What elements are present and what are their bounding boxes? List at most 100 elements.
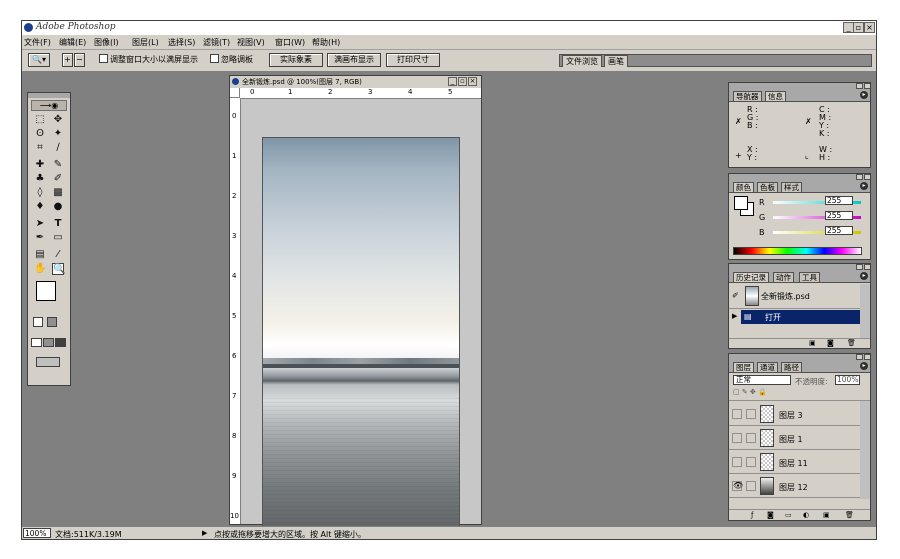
brush-tool-icon[interactable]: ✎: [52, 159, 64, 171]
layers-scrollbar[interactable]: [860, 401, 870, 499]
panel-minimize-button[interactable]: [856, 174, 863, 180]
quick-mask-icon[interactable]: [47, 317, 57, 327]
panel-menu-icon[interactable]: ▸: [860, 362, 868, 370]
layer-row[interactable]: 👁 图层 12: [729, 475, 866, 498]
menu-layer[interactable]: 图层(L): [132, 37, 159, 48]
resize-window-checkbox[interactable]: [99, 54, 108, 63]
panel-menu-icon[interactable]: ▸: [860, 272, 868, 280]
layer-visibility-toggle[interactable]: [732, 409, 742, 419]
blend-mode-select[interactable]: 正常: [733, 375, 791, 385]
menu-edit[interactable]: 编辑(E): [59, 37, 86, 48]
panel-close-button[interactable]: [864, 354, 870, 360]
history-brush-icon[interactable]: ✐: [52, 173, 64, 185]
crop-tool-icon[interactable]: ⌗: [34, 142, 46, 154]
doc-minimize-button[interactable]: _: [448, 77, 457, 86]
eyedropper-icon[interactable]: ⁄: [52, 249, 64, 261]
menu-file[interactable]: 文件(F): [24, 37, 51, 48]
history-snapshot-row[interactable]: ✐ 全新锻炼.psd: [729, 284, 860, 309]
new-snapshot-icon[interactable]: ◙: [827, 339, 834, 347]
panel-close-button[interactable]: [864, 264, 870, 270]
horizontal-ruler[interactable]: 0 1 2 3 4 5: [240, 88, 481, 99]
magic-wand-icon[interactable]: ✦: [52, 128, 64, 140]
fit-on-screen-button[interactable]: 满画布显示: [327, 53, 381, 67]
layer-mask-icon[interactable]: ◙: [767, 511, 774, 519]
restore-button[interactable]: ▫: [853, 22, 864, 33]
dodge-tool-icon[interactable]: ●: [52, 201, 64, 213]
path-select-icon[interactable]: ➤: [34, 218, 46, 230]
history-item-selected[interactable]: ▤ 打开: [741, 310, 860, 324]
status-doc-size[interactable]: 文档:511K/3.19M: [55, 529, 122, 539]
move-tool-icon[interactable]: ✥: [52, 114, 64, 126]
layer-visibility-toggle[interactable]: [732, 457, 742, 467]
tab-file-browser[interactable]: 文件浏览: [562, 55, 602, 67]
type-tool-icon[interactable]: T: [52, 218, 64, 230]
foreground-color-swatch[interactable]: [36, 281, 56, 301]
doc-restore-button[interactable]: ▫: [458, 77, 467, 86]
layer-link-toggle[interactable]: [746, 457, 756, 467]
resize-window-option[interactable]: 调整窗口大小以满屏显示: [99, 54, 198, 67]
tab-channels[interactable]: 通道: [757, 362, 778, 372]
color-b-value[interactable]: 255: [825, 226, 853, 235]
blur-tool-icon[interactable]: ♦: [34, 201, 46, 213]
slice-tool-icon[interactable]: ∕: [52, 142, 64, 154]
new-document-icon[interactable]: ▣: [809, 339, 816, 347]
tab-paths[interactable]: 路径: [781, 362, 802, 372]
new-set-icon[interactable]: ▭: [785, 511, 792, 519]
color-r-value[interactable]: 255: [825, 196, 853, 205]
print-size-button[interactable]: 打印尺寸: [386, 53, 440, 67]
tab-swatches[interactable]: 色板: [757, 182, 778, 192]
layer-row[interactable]: 图层 11: [729, 451, 866, 474]
menu-image[interactable]: 图像(I): [94, 37, 119, 48]
panel-menu-icon[interactable]: ▸: [860, 182, 868, 190]
full-screen-menu-icon[interactable]: [43, 338, 54, 347]
delete-state-icon[interactable]: 🗑: [847, 339, 856, 347]
ruler-origin[interactable]: [230, 88, 240, 98]
panel-grip[interactable]: [729, 83, 870, 90]
adobe-online-icon[interactable]: ⟶◉: [31, 100, 67, 111]
tab-brushes[interactable]: 画笔: [604, 55, 628, 67]
tab-info[interactable]: 信息: [765, 91, 786, 101]
tab-actions[interactable]: 动作: [773, 272, 794, 282]
panel-menu-icon[interactable]: ▸: [860, 91, 868, 99]
color-spectrum-bar[interactable]: [733, 247, 862, 255]
layer-link-toggle[interactable]: [746, 481, 756, 491]
opacity-input[interactable]: 100%: [835, 375, 860, 385]
menu-window[interactable]: 窗口(W): [275, 37, 305, 48]
actual-pixels-button[interactable]: 实际象素: [269, 53, 323, 67]
status-menu-arrow-icon[interactable]: ▶: [202, 529, 207, 537]
standard-screen-icon[interactable]: [31, 338, 42, 347]
lasso-tool-icon[interactable]: ʘ: [34, 128, 46, 140]
panel-grip[interactable]: [729, 354, 870, 361]
close-button[interactable]: ×: [864, 22, 875, 33]
zoom-in-icon[interactable]: +: [62, 53, 73, 67]
panel-close-button[interactable]: [864, 174, 870, 180]
menu-help[interactable]: 帮助(H): [312, 37, 340, 48]
jump-to-imageready-icon[interactable]: [36, 357, 60, 367]
panel-close-button[interactable]: [864, 83, 870, 89]
clone-stamp-icon[interactable]: ♣: [34, 173, 46, 185]
full-screen-icon[interactable]: [55, 338, 66, 347]
gradient-tool-icon[interactable]: ▩: [52, 187, 64, 199]
panel-minimize-button[interactable]: [856, 83, 863, 89]
zoom-tool-preset[interactable]: 🔍▾: [28, 53, 50, 67]
lock-options[interactable]: ▢ ✎ ✥ 🔒: [733, 388, 863, 398]
history-scrollbar[interactable]: [860, 284, 870, 338]
status-zoom-input[interactable]: 100%: [23, 528, 51, 538]
doc-close-button[interactable]: ×: [468, 77, 477, 86]
tab-tool-presets[interactable]: 工具: [799, 272, 820, 282]
ignore-palettes-checkbox[interactable]: [210, 54, 219, 63]
panel-minimize-button[interactable]: [856, 354, 863, 360]
shape-tool-icon[interactable]: ▭: [52, 232, 64, 244]
notes-tool-icon[interactable]: ▤: [34, 249, 46, 261]
menu-filter[interactable]: 滤镜(T): [203, 37, 230, 48]
canvas-area[interactable]: [241, 99, 481, 537]
layer-visibility-toggle[interactable]: 👁: [732, 481, 743, 491]
adjustment-layer-icon[interactable]: ◐: [803, 511, 809, 519]
layer-row[interactable]: 图层 1: [729, 427, 866, 450]
standard-mode-icon[interactable]: [33, 317, 43, 327]
layer-link-toggle[interactable]: [746, 433, 756, 443]
pen-tool-icon[interactable]: ✒: [34, 232, 46, 244]
color-g-value[interactable]: 255: [825, 211, 853, 220]
tab-layers[interactable]: 图层: [733, 362, 754, 372]
layer-link-toggle[interactable]: [746, 409, 756, 419]
